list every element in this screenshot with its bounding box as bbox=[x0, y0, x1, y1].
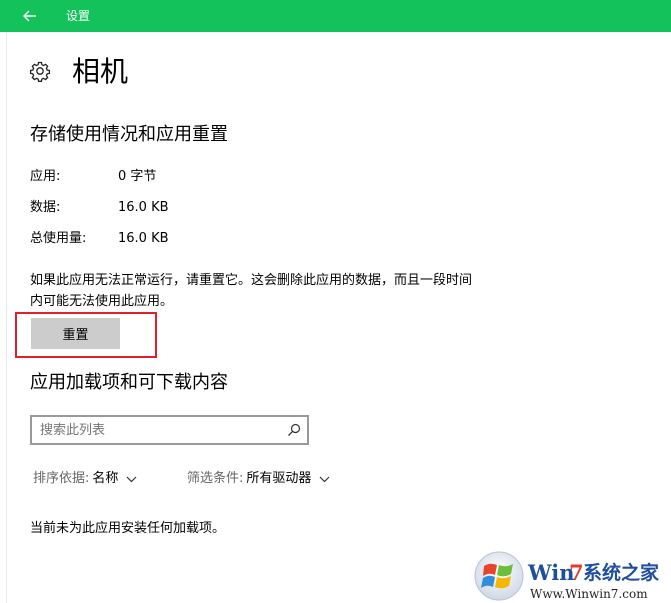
filter-dropdown[interactable]: 筛选条件: 所有驱动器 bbox=[187, 470, 330, 488]
highlight-annotation bbox=[15, 312, 157, 358]
sort-dropdown[interactable]: 排序依据: 名称 bbox=[33, 470, 137, 488]
addons-heading: 应用加载项和可下载内容 bbox=[30, 372, 228, 393]
data-size-label: 数据: bbox=[30, 200, 61, 215]
sort-value: 名称 bbox=[92, 471, 119, 486]
reset-description: 如果此应用无法正常运行，请重置它。这会删除此应用的数据，而且一段时间内可能无法使… bbox=[30, 273, 473, 309]
page-title: 相机 bbox=[72, 55, 129, 88]
app-size-value: 0 字节 bbox=[118, 169, 157, 184]
back-button[interactable] bbox=[0, 0, 60, 32]
title-bar: 设置 bbox=[0, 0, 671, 32]
chevron-down-icon bbox=[126, 476, 137, 482]
sort-label: 排序依据: bbox=[33, 471, 90, 486]
watermark-url: Www.Winwin7.com bbox=[530, 587, 648, 601]
total-usage-value: 16.0 KB bbox=[118, 231, 169, 246]
gear-icon bbox=[29, 61, 51, 82]
app-size-label: 应用: bbox=[30, 169, 61, 184]
filter-label: 筛选条件: bbox=[187, 471, 244, 486]
chevron-down-icon bbox=[319, 476, 330, 482]
window-border bbox=[6, 32, 7, 603]
filter-value: 所有驱动器 bbox=[246, 471, 312, 486]
watermark-brand-prefix: Win bbox=[527, 560, 574, 585]
watermark-brand-cn: 系统之家 bbox=[583, 561, 660, 584]
windows-logo-icon bbox=[474, 551, 524, 601]
search-box bbox=[30, 415, 309, 445]
window-title: 设置 bbox=[66, 9, 91, 23]
search-input[interactable] bbox=[40, 421, 280, 439]
storage-heading: 存储使用情况和应用重置 bbox=[30, 124, 228, 145]
watermark-logo: Win 7 系统之家 Www.Winwin7.com bbox=[474, 551, 660, 601]
search-icon[interactable] bbox=[287, 423, 301, 437]
watermark-brand-num: 7 bbox=[569, 560, 584, 585]
empty-addons-message: 当前未为此应用安装任何加载项。 bbox=[30, 521, 226, 536]
arrow-left-icon bbox=[23, 10, 36, 22]
data-size-value: 16.0 KB bbox=[118, 200, 169, 215]
total-usage-label: 总使用量: bbox=[30, 231, 87, 246]
